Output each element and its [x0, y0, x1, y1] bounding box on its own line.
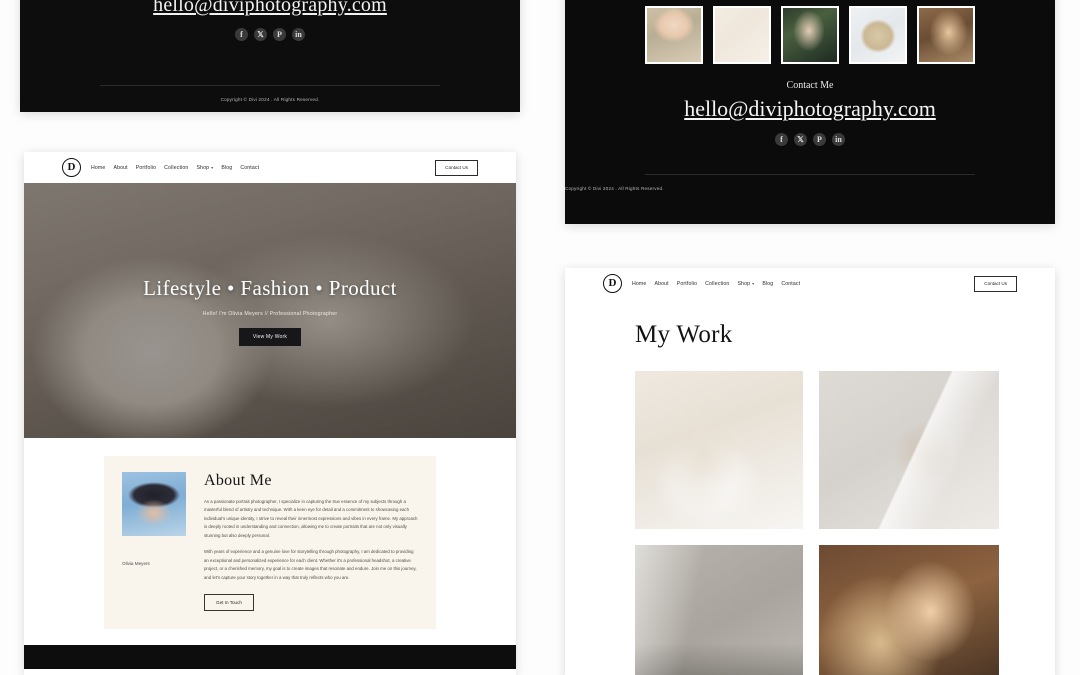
- divi-logo-icon[interactable]: D: [62, 158, 81, 177]
- footer-thumbnail-gallery[interactable]: [565, 0, 1055, 64]
- contact-us-button[interactable]: Contact Us: [974, 275, 1017, 292]
- linkedin-icon[interactable]: in: [292, 28, 305, 41]
- footer-email-link[interactable]: hello@diviphotography.com: [20, 0, 520, 17]
- nav-item-portfolio[interactable]: Portfolio: [136, 165, 156, 171]
- x-twitter-icon[interactable]: 𝕏: [794, 133, 807, 146]
- nav-item-about[interactable]: About: [113, 165, 127, 171]
- screenshot-stage: hello@diviphotography.com f 𝕏 P in Copyr…: [0, 0, 1080, 675]
- pinterest-icon[interactable]: P: [273, 28, 286, 41]
- facebook-icon[interactable]: f: [235, 28, 248, 41]
- about-section: Olivia Meyers About Me As a passionate p…: [24, 438, 516, 670]
- hero-title: Lifestyle • Fashion • Product: [143, 275, 397, 300]
- nav-item-shop[interactable]: Shop ▾: [196, 165, 213, 171]
- about-text-column: About Me As a passionate portrait photog…: [196, 472, 418, 612]
- photographer-name: Olivia Meyers: [122, 561, 150, 566]
- social-links[interactable]: f 𝕏 P in: [20, 28, 520, 41]
- divi-logo-icon[interactable]: D: [603, 274, 622, 293]
- my-work-panel: D Home About Portfolio Collection Shop ▾ …: [565, 268, 1055, 675]
- about-paragraph-1: As a passionate portrait photographer, I…: [204, 499, 418, 538]
- contact-email-link[interactable]: hello@diviphotography.com: [565, 96, 1055, 122]
- nav-item-home[interactable]: Home: [632, 281, 646, 287]
- gallery-image[interactable]: [819, 371, 999, 529]
- get-in-touch-button[interactable]: Get In Touch: [204, 594, 254, 612]
- about-photo-column: Olivia Meyers: [122, 472, 196, 611]
- nav-item-home[interactable]: Home: [91, 165, 105, 171]
- thumbnail-image[interactable]: [713, 6, 771, 64]
- nav-item-blog[interactable]: Blog: [221, 165, 232, 171]
- thumbnail-image[interactable]: [645, 6, 703, 64]
- nav-item-collection[interactable]: Collection: [164, 165, 188, 171]
- footer-panel-top-right: Contact Me hello@diviphotography.com f 𝕏…: [565, 0, 1055, 224]
- footer-divider: [100, 85, 440, 86]
- site-navbar: D Home About Portfolio Collection Shop ▾ …: [603, 268, 1017, 299]
- nav-links: Home About Portfolio Collection Shop ▾ Bl…: [91, 165, 259, 171]
- thumbnail-image[interactable]: [917, 6, 975, 64]
- footer-divider: [645, 174, 975, 175]
- page-title: My Work: [635, 321, 733, 348]
- contact-heading: Contact Me: [786, 80, 834, 91]
- photographer-portrait: [122, 472, 186, 536]
- pinterest-icon[interactable]: P: [813, 133, 826, 146]
- copyright-text: Copyright © Divi 2024 . All Rights Reser…: [220, 97, 320, 102]
- about-card: Olivia Meyers About Me As a passionate p…: [104, 456, 436, 630]
- chevron-down-icon: ▾: [752, 280, 755, 286]
- gallery-image[interactable]: [819, 545, 999, 675]
- portfolio-gallery: [635, 371, 1055, 675]
- contact-us-button[interactable]: Contact Us: [435, 159, 478, 176]
- nav-item-blog[interactable]: Blog: [762, 281, 773, 287]
- nav-item-shop-label: Shop: [737, 280, 751, 287]
- nav-item-contact[interactable]: Contact: [781, 281, 800, 287]
- nav-item-contact[interactable]: Contact: [240, 165, 259, 171]
- footer-panel-top-left: hello@diviphotography.com f 𝕏 P in Copyr…: [20, 0, 520, 112]
- nav-item-portfolio[interactable]: Portfolio: [677, 281, 697, 287]
- chevron-down-icon: ▾: [211, 164, 214, 170]
- homepage-panel: D Home About Portfolio Collection Shop ▾ …: [24, 152, 516, 675]
- nav-item-shop-label: Shop: [196, 164, 210, 171]
- nav-links: Home About Portfolio Collection Shop ▾ Bl…: [632, 281, 800, 287]
- social-links[interactable]: f 𝕏 P in: [565, 133, 1055, 146]
- hero-section: Lifestyle • Fashion • Product Hello! I'm…: [24, 183, 516, 438]
- x-twitter-icon[interactable]: 𝕏: [254, 28, 267, 41]
- footer-content: hello@diviphotography.com f 𝕏 P in Copyr…: [20, 0, 520, 112]
- copyright-text: Copyright © Divi 2024 . All Rights Reser…: [565, 186, 664, 191]
- view-my-work-button[interactable]: View My Work: [238, 327, 302, 346]
- site-navbar: D Home About Portfolio Collection Shop ▾ …: [62, 152, 478, 183]
- thumbnail-image[interactable]: [849, 6, 907, 64]
- gallery-image[interactable]: [635, 545, 803, 675]
- gallery-image[interactable]: [635, 371, 803, 529]
- about-paragraph-2: With years of experience and a genuine l…: [204, 549, 417, 580]
- thumbnail-image[interactable]: [781, 6, 839, 64]
- linkedin-icon[interactable]: in: [832, 133, 845, 146]
- about-heading: About Me: [204, 472, 272, 489]
- footer-top-strip: [24, 645, 516, 670]
- facebook-icon[interactable]: f: [775, 133, 788, 146]
- nav-item-shop[interactable]: Shop ▾: [737, 281, 754, 287]
- hero-subtitle: Hello! I'm Olivia Meyers // Professional…: [202, 310, 338, 317]
- nav-item-collection[interactable]: Collection: [705, 281, 729, 287]
- nav-item-about[interactable]: About: [654, 281, 668, 287]
